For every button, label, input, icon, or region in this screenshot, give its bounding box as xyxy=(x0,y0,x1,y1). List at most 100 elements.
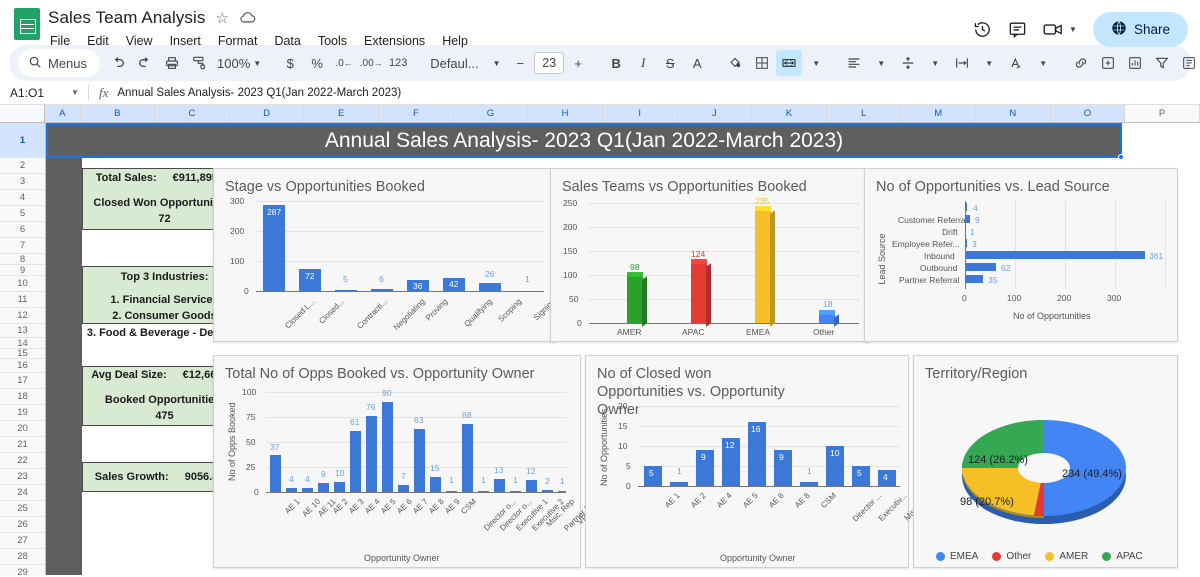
bar-amer[interactable] xyxy=(627,272,647,327)
column-header-O[interactable]: O xyxy=(1050,105,1126,122)
merge-caret-icon[interactable]: ▼ xyxy=(803,50,829,76)
menu-view[interactable]: View xyxy=(124,33,155,49)
bar-14[interactable] xyxy=(494,479,505,492)
meet-caret-icon[interactable]: ▼ xyxy=(1069,25,1077,34)
bar-3[interactable] xyxy=(371,289,393,291)
functions-icon[interactable] xyxy=(1176,50,1200,76)
bar-partner-referral[interactable] xyxy=(965,275,983,283)
decrease-decimal-button[interactable]: .0 ← xyxy=(331,50,357,76)
bar-15[interactable] xyxy=(510,491,521,492)
legend-item-apac[interactable]: APAC xyxy=(1102,551,1143,562)
text-rotation-icon[interactable] xyxy=(1003,50,1029,76)
row-header-15[interactable]: 15 xyxy=(0,348,45,359)
selection-handle[interactable] xyxy=(1118,154,1124,160)
menu-tools[interactable]: Tools xyxy=(316,33,349,49)
cloud-saved-icon[interactable] xyxy=(239,11,256,26)
chart-stage-vs-opportunities[interactable]: Stage vs Opportunities Booked 300 200 10… xyxy=(213,168,557,342)
bar-12[interactable] xyxy=(462,424,473,492)
halign-caret-icon[interactable]: ▼ xyxy=(868,50,894,76)
column-header-I[interactable]: I xyxy=(602,105,678,122)
chart-sales-teams-vs-opportunities[interactable]: Sales Teams vs Opportunities Booked 250 … xyxy=(550,168,870,342)
bar-7[interactable] xyxy=(382,402,393,492)
row-header-3[interactable]: 3 xyxy=(0,174,45,190)
column-header-B[interactable]: B xyxy=(80,105,156,122)
rotation-caret-icon[interactable]: ▼ xyxy=(1030,50,1056,76)
row-header-9[interactable]: 9 xyxy=(0,265,45,276)
increase-decimal-button[interactable]: .00 → xyxy=(358,50,384,76)
menu-file[interactable]: File xyxy=(48,33,72,49)
row-header-11[interactable]: 11 xyxy=(0,292,45,308)
zoom-control[interactable]: 100% ▼ xyxy=(213,50,265,76)
name-box-caret-icon[interactable]: ▼ xyxy=(62,88,88,97)
bar-6[interactable] xyxy=(479,283,501,291)
row-header-23[interactable]: 23 xyxy=(0,469,45,485)
bar-customer-referral[interactable] xyxy=(965,215,970,223)
row-header-26[interactable]: 26 xyxy=(0,517,45,533)
column-header-K[interactable]: K xyxy=(752,105,827,122)
increase-font-size-button[interactable]: + xyxy=(565,50,591,76)
row-header-8[interactable]: 8 xyxy=(0,254,45,265)
bar-outbound[interactable] xyxy=(965,263,996,271)
percent-format-button[interactable]: % xyxy=(304,50,330,76)
vertical-align-icon[interactable] xyxy=(895,50,921,76)
row-header-6[interactable]: 6 xyxy=(0,222,45,238)
bar-other[interactable] xyxy=(819,310,839,327)
document-title[interactable]: Sales Team Analysis xyxy=(48,8,206,28)
bar-1[interactable] xyxy=(286,488,297,492)
paint-format-icon[interactable] xyxy=(186,50,212,76)
share-button[interactable]: Share xyxy=(1092,12,1188,47)
row-header-19[interactable]: 19 xyxy=(0,405,45,421)
formula-input[interactable]: Annual Sales Analysis- 2023 Q1(Jan 2022-… xyxy=(117,87,401,99)
column-header-D[interactable]: D xyxy=(229,105,305,122)
bar-9[interactable] xyxy=(414,429,425,492)
row-header-21[interactable]: 21 xyxy=(0,437,45,453)
menu-insert[interactable]: Insert xyxy=(168,33,203,49)
currency-format-button[interactable]: $ xyxy=(277,50,303,76)
legend-item-emea[interactable]: EMEA xyxy=(936,551,978,562)
column-header-G[interactable]: G xyxy=(453,105,529,122)
bar-0[interactable] xyxy=(263,205,285,291)
bar-10[interactable] xyxy=(430,477,441,492)
bar-6[interactable] xyxy=(800,482,818,486)
bar-17[interactable] xyxy=(542,490,553,492)
row-header-17[interactable]: 17 xyxy=(0,373,45,389)
font-family-select[interactable]: Defaul... ▼ xyxy=(423,50,500,76)
name-box[interactable]: A1:O1 xyxy=(0,86,62,100)
menu-data[interactable]: Data xyxy=(272,33,302,49)
bold-button[interactable]: B xyxy=(603,50,629,76)
column-header-C[interactable]: C xyxy=(155,105,230,122)
bar-3[interactable] xyxy=(318,483,329,492)
text-wrap-icon[interactable] xyxy=(949,50,975,76)
meet-camera-icon[interactable]: ▼ xyxy=(1043,22,1077,37)
row-header-1[interactable]: 1 xyxy=(0,123,45,158)
bar-2[interactable] xyxy=(335,289,357,291)
menu-edit[interactable]: Edit xyxy=(85,33,111,49)
font-size-input[interactable]: 23 xyxy=(534,52,565,74)
fill-color-icon[interactable] xyxy=(722,50,748,76)
column-header-N[interactable]: N xyxy=(976,105,1051,122)
sheet-canvas[interactable]: Annual Sales Analysis- 2023 Q1(Jan 2022-… xyxy=(46,123,1200,575)
dashboard-title-cell[interactable]: Annual Sales Analysis- 2023 Q1(Jan 2022-… xyxy=(46,123,1124,160)
bar-5[interactable] xyxy=(350,431,361,492)
chart-closed-won-vs-owner[interactable]: No of Closed won Opportunities vs. Oppor… xyxy=(585,355,934,568)
star-icon[interactable]: ☆ xyxy=(216,11,229,26)
row-header-25[interactable]: 25 xyxy=(0,501,45,517)
bar-employee-referral[interactable] xyxy=(965,239,967,247)
column-header-E[interactable]: E xyxy=(304,105,380,122)
row-header-12[interactable]: 12 xyxy=(0,308,45,324)
bar-drift[interactable] xyxy=(965,227,966,235)
bar-0[interactable] xyxy=(270,455,281,492)
bar-16[interactable] xyxy=(526,480,537,492)
menu-help[interactable]: Help xyxy=(440,33,470,49)
bar-13[interactable] xyxy=(478,491,489,492)
bar-2[interactable] xyxy=(302,488,313,492)
legend-item-amer[interactable]: AMER xyxy=(1045,551,1088,562)
valign-caret-icon[interactable]: ▼ xyxy=(922,50,948,76)
horizontal-align-icon[interactable] xyxy=(841,50,867,76)
row-header-20[interactable]: 20 xyxy=(0,421,45,437)
bar-inbound[interactable] xyxy=(965,251,1145,259)
italic-button[interactable]: I xyxy=(630,50,656,76)
row-header-22[interactable]: 22 xyxy=(0,453,45,469)
row-header-16[interactable]: 16 xyxy=(0,359,45,373)
insert-comment-icon[interactable] xyxy=(1095,50,1121,76)
